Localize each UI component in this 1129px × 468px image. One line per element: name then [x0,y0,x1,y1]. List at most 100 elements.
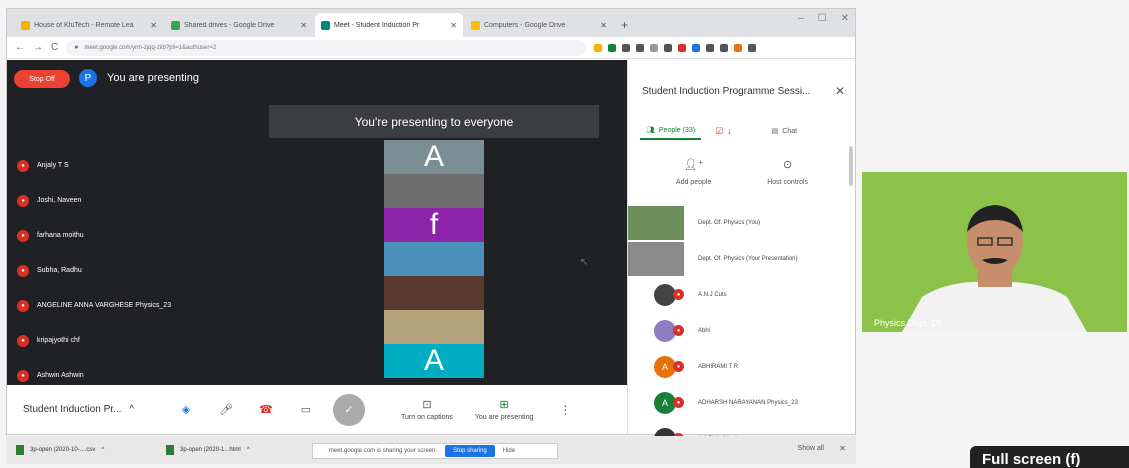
browser-tab-active[interactable]: Meet - Student Induction Pr ✕ [315,13,463,37]
reload-icon[interactable]: C [51,42,58,53]
extension-icon[interactable] [748,43,757,52]
file-icon [16,445,24,455]
people-list: Dept. Of. Physics (You) Dept. Of. Physics… [628,205,856,457]
download-item[interactable]: 3p-open (2020-10-....csv ^ [16,445,156,455]
people-row[interactable]: A ● ADHARSH NARAYANAN Physics_23 [628,385,856,421]
tab-activities[interactable]: ☑ ↓ [715,126,732,137]
participant-row: ● farhana moithu [17,218,171,253]
close-icon[interactable]: ✕ [839,444,846,453]
participant-name: Subha, Radhu [37,267,82,274]
plus-icon[interactable]: + [615,18,634,37]
camera-icon[interactable]: ▭ [293,397,319,423]
hang-up-icon[interactable]: ☎︎ [253,397,279,423]
participant-row: ● Anjaly T S [17,148,171,183]
mic-off-icon: ● [17,264,29,277]
add-people-button[interactable]: 👤︎⁺ Add people [676,158,711,186]
mic-off-icon: ● [673,361,684,372]
hide-button[interactable]: Hide [503,448,515,454]
arrow-down-icon: ↓ [727,126,732,136]
extension-icon[interactable] [594,43,603,52]
extension-icon[interactable] [678,43,687,52]
participant-list-left: ● Anjaly T S ● Joshi, Naveen ● farhana moithu… [17,148,171,393]
extension-icon[interactable] [734,43,743,52]
mic-off-icon: ● [673,397,684,408]
back-icon[interactable]: ← [15,42,25,53]
download-label: 3p-open (2020-10-....csv [30,447,96,453]
host-controls-button[interactable]: ⊙ Host controls [767,158,808,186]
close-window-button[interactable]: ✕ [841,13,849,24]
file-icon [166,445,174,455]
screen-share-notice: meet.google.com is sharing your screen. … [312,443,558,459]
close-icon[interactable]: ✕ [150,21,157,30]
fullscreen-tooltip: Full screen (f) [970,446,1129,468]
scrollbar[interactable] [849,146,853,186]
chevron-up-icon: ^ [129,404,135,415]
participant-row: ● Joshi, Naveen [17,183,171,218]
tab-people[interactable]: 👥︎ People (33) [640,122,702,140]
url-text: meet.google.com/ynn-zjqq-ziib?pli=1&auth… [84,44,217,51]
more-options-icon[interactable]: ⋮ [559,403,571,417]
extension-icon[interactable] [706,43,715,52]
stop-sharing-button[interactable]: Stop sharing [445,445,495,457]
extension-icon[interactable] [692,43,701,52]
participant-tile: A [384,344,484,378]
people-row[interactable]: ● Abhi [628,313,856,349]
extension-icon[interactable] [608,43,617,52]
browser-tab[interactable]: Shared drives - Google Drive ✕ [165,13,313,37]
minimize-button[interactable]: – [798,13,804,24]
webcam-video: Physics Dept. Of [862,172,1127,332]
close-icon[interactable]: ✕ [300,21,307,30]
tab-label: Shared drives - Google Drive [184,21,275,29]
participant-row: ● Subha, Radhu [17,253,171,288]
tab-bar: House of KfuTech - Remote Lea ✕ Shared dr… [7,9,855,37]
people-row[interactable]: Dept. Of. Physics (Your Presentation) [628,241,856,277]
close-icon[interactable]: ✕ [600,21,607,30]
captions-button[interactable]: ⊡ Turn on captions [401,398,453,421]
tab-people-label: People (33) [658,126,696,134]
stop-presenting-button[interactable]: Stop Off [14,70,70,88]
participant-tile [384,242,484,276]
participant-name: Anjaly T S [37,162,69,169]
people-name: Dept. Of. Physics (You) [698,220,761,226]
extension-icon[interactable] [622,43,631,52]
tab-chat[interactable]: ▤ Chat [771,127,797,136]
participant-name: farhana moithu [37,232,84,239]
extension-icon[interactable] [636,43,645,52]
tab-favicon [471,20,480,30]
share-notice-text: meet.google.com is sharing your screen. [329,448,438,454]
present-icon: ⊞ [499,399,509,411]
raise-hand-icon[interactable]: ✓ [333,393,365,426]
captions-icon: ⊡ [422,399,432,411]
maximize-button[interactable]: ☐ [818,13,827,24]
people-row[interactable]: ● A.N.J Cuts [628,277,856,313]
microphone-icon[interactable]: 🎤︎ [213,397,239,423]
close-icon[interactable]: ✕ [835,84,845,98]
browser-tab[interactable]: Computers - Google Drive ✕ [465,13,613,37]
participant-name: kripajyothi chf [37,337,80,344]
shield-icon[interactable]: ◈ [173,397,199,423]
tab-favicon [171,20,180,30]
people-name: A.N.J Cuts [698,292,727,298]
add-person-icon: 👤︎⁺ [683,159,704,171]
extension-icon[interactable] [664,43,673,52]
participant-name: ANGELINE ANNA VARGHESE Physics_23 [37,302,172,309]
people-row[interactable]: A ● ABHIRAMI T R [628,349,856,385]
browser-tab[interactable]: House of KfuTech - Remote Lea ✕ [15,13,163,37]
meeting-details-button[interactable]: Student Induction Pr... ^ [23,404,173,415]
forward-icon[interactable]: → [33,42,43,53]
people-name: Abhi [698,328,711,334]
chat-icon: ▤ [771,128,779,135]
video-label: Physics Dept. Of [874,318,942,328]
address-bar-row: ← → C ● meet.google.com/ynn-zjqq-ziib?pli… [7,37,855,59]
extension-icon[interactable] [650,43,659,52]
close-icon[interactable]: ✕ [450,21,457,30]
url-input[interactable]: ● meet.google.com/ynn-zjqq-ziib?pli=1&aut… [66,39,587,56]
extension-icon[interactable] [720,43,729,52]
panel-tabs: 👥︎ People (33) ☑ ↓ ▤ Chat [628,118,856,144]
present-button[interactable]: ⊞ You are presenting [475,398,534,421]
mouse-cursor-icon: ↖ [580,257,589,268]
people-row[interactable]: Dept. Of. Physics (You) [628,205,856,241]
download-item[interactable]: 3p-open (2020-1...html ^ [166,445,306,455]
show-all-button[interactable]: Show all [798,445,824,452]
avatar: P [79,69,97,87]
